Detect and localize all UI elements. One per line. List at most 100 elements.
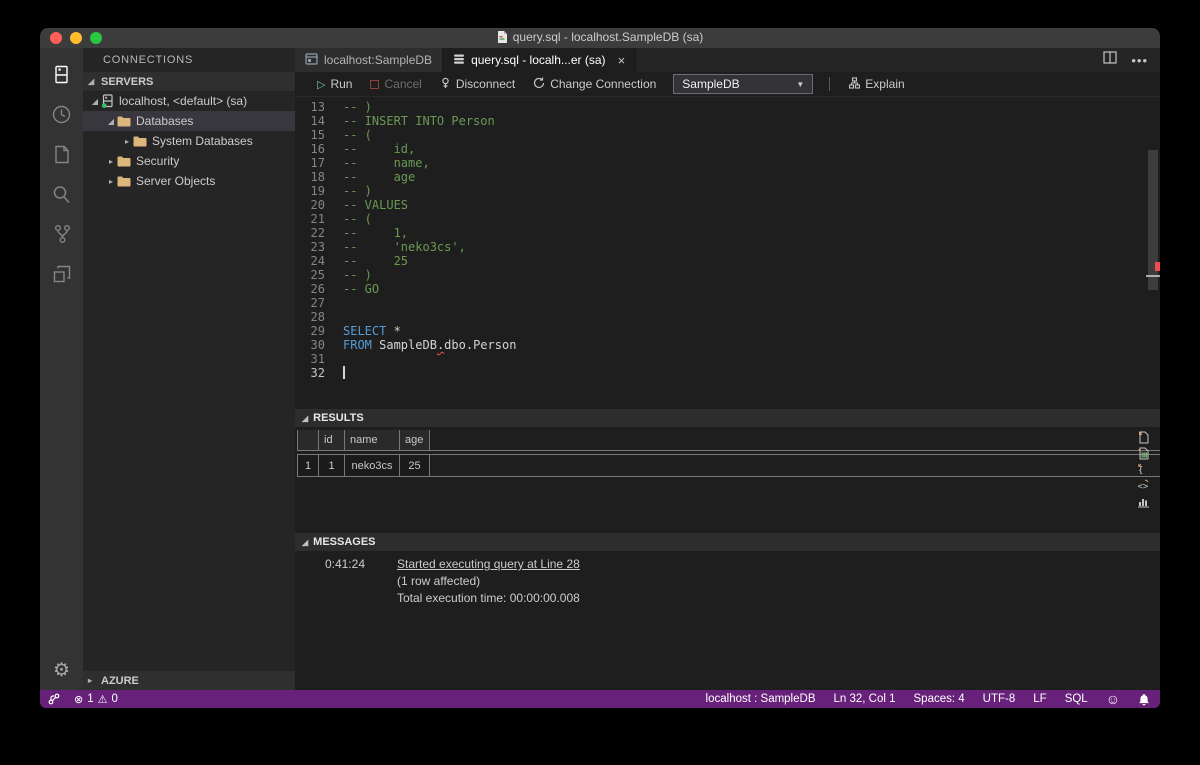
code-text: FROM SampleDB.dbo.Person xyxy=(343,338,517,352)
code-text: -- INSERT INTO Person xyxy=(343,114,495,128)
settings-gear-icon[interactable]: ⚙ xyxy=(40,652,83,688)
chevron-collapsed-icon[interactable]: ▸ xyxy=(105,157,117,166)
editor-line-26[interactable]: 26 -- GO xyxy=(295,282,1160,296)
extensions-icon[interactable] xyxy=(40,254,83,294)
save-as-csv-icon[interactable] xyxy=(1136,431,1150,444)
tab-localhost-sampledb[interactable]: localhost:SampleDB xyxy=(295,48,444,72)
line-number: 21 xyxy=(310,212,325,226)
problems-indicator[interactable]: ⊗ 1 ⚠ 0 xyxy=(74,693,118,706)
feedback-smiley-icon[interactable]: ☺ xyxy=(1106,692,1120,706)
show-chart-icon[interactable] xyxy=(1136,495,1150,508)
grid-corner-cell[interactable] xyxy=(297,430,319,450)
azure-section-header[interactable]: ▸ AZURE xyxy=(83,671,295,690)
code-text: -- ( xyxy=(343,212,372,226)
chevron-collapsed-icon[interactable]: ▸ xyxy=(105,177,117,186)
messages-panel-header[interactable]: ◢ MESSAGES xyxy=(295,533,1160,551)
editor-line-17[interactable]: 17 -- name, xyxy=(295,156,1160,170)
editor-line-13[interactable]: 13 -- ) xyxy=(295,100,1160,114)
tree-item-server-objects[interactable]: ▸ Server Objects xyxy=(83,171,295,191)
code-text: -- id, xyxy=(343,142,416,156)
line-number: 32 xyxy=(310,366,325,380)
editor-line-30[interactable]: 30 FROM SampleDB.dbo.Person xyxy=(295,338,1160,352)
notebooks-icon[interactable] xyxy=(40,134,83,174)
change-connection-button[interactable]: Change Connection xyxy=(526,72,663,96)
close-window-button[interactable] xyxy=(50,32,62,44)
editor-line-19[interactable]: 19 -- ) xyxy=(295,184,1160,198)
database-dropdown[interactable]: SampleDB ▼ xyxy=(673,74,814,94)
line-number: 20 xyxy=(310,198,325,212)
more-actions-icon[interactable]: ••• xyxy=(1131,53,1148,68)
message-row: Total execution time: 00:00:00.008 xyxy=(295,590,1160,607)
split-editor-icon[interactable] xyxy=(1103,51,1117,69)
tree-item-localhost-default-sa[interactable]: ◢ localhost, <default> (sa) xyxy=(83,91,295,111)
results-panel-header[interactable]: ◢ RESULTS xyxy=(295,409,1160,427)
eol-setting[interactable]: LF xyxy=(1033,693,1046,705)
disconnect-button[interactable]: Disconnect xyxy=(433,72,522,96)
chevron-expanded-icon: ◢ xyxy=(302,413,309,423)
editor-line-27[interactable]: 27 xyxy=(295,296,1160,310)
tree-item-databases[interactable]: ◢ Databases xyxy=(83,111,295,131)
save-as-xml-icon[interactable]: <> xyxy=(1136,479,1150,492)
tab-query-sql[interactable]: query.sql - localh...er (sa) × xyxy=(443,48,637,72)
minimize-window-button[interactable] xyxy=(70,32,82,44)
grid-column-header-age[interactable]: age xyxy=(400,430,430,450)
dashboard-icon xyxy=(305,52,318,68)
editor-line-25[interactable]: 25 -- ) xyxy=(295,268,1160,282)
message-link[interactable]: Started executing query at Line 28 xyxy=(397,556,580,573)
search-icon[interactable] xyxy=(40,174,83,214)
servers-section-header[interactable]: ◢ SERVERS xyxy=(83,72,295,91)
editor-line-16[interactable]: 16 -- id, xyxy=(295,142,1160,156)
window-title: query.sql - localhost.SampleDB (sa) xyxy=(40,30,1160,46)
editor-line-24[interactable]: 24 -- 25 xyxy=(295,254,1160,268)
editor-line-15[interactable]: 15 -- ( xyxy=(295,128,1160,142)
notifications-bell-icon[interactable] xyxy=(1138,693,1150,706)
grid-cell-id[interactable]: 1 xyxy=(319,455,345,476)
remote-status-icon[interactable] xyxy=(48,693,60,705)
source-control-icon[interactable] xyxy=(40,214,83,254)
editor-line-20[interactable]: 20 -- VALUES xyxy=(295,198,1160,212)
line-number: 24 xyxy=(310,254,325,268)
grid-row-number[interactable]: 1 xyxy=(297,455,319,476)
editor-line-18[interactable]: 18 -- age xyxy=(295,170,1160,184)
message-row: 0:41:24 Started executing query at Line 2… xyxy=(295,556,1160,573)
task-history-icon[interactable] xyxy=(40,94,83,134)
code-editor[interactable]: 13 -- ) 14 -- INSERT INTO Person 15 -- (16 -- … xyxy=(295,97,1160,409)
editor-line-22[interactable]: 22 -- 1, xyxy=(295,226,1160,240)
grid-cell-age[interactable]: 25 xyxy=(400,455,430,476)
editor-line-14[interactable]: 14 -- INSERT INTO Person xyxy=(295,114,1160,128)
chevron-collapsed-icon[interactable]: ▸ xyxy=(121,137,133,146)
grid-column-header-name[interactable]: name xyxy=(345,430,400,450)
connections-icon[interactable] xyxy=(40,54,83,94)
tree-item-label: Security xyxy=(136,154,180,168)
editor-line-21[interactable]: 21 -- ( xyxy=(295,212,1160,226)
cancel-button[interactable]: Cancel xyxy=(363,72,428,96)
explain-button[interactable]: Explain xyxy=(842,72,911,96)
chevron-expanded-icon[interactable]: ◢ xyxy=(105,117,117,126)
window-title-text: query.sql - localhost.SampleDB (sa) xyxy=(512,30,704,44)
grid-column-header-id[interactable]: id xyxy=(319,430,345,450)
file-icon xyxy=(497,31,508,46)
zoom-window-button[interactable] xyxy=(90,32,102,44)
editor-line-31[interactable]: 31 xyxy=(295,352,1160,366)
connection-status[interactable]: localhost : SampleDB xyxy=(706,693,816,705)
editor-line-23[interactable]: 23 -- 'neko3cs', xyxy=(295,240,1160,254)
tree-item-system-databases[interactable]: ▸ System Databases xyxy=(83,131,295,151)
language-mode[interactable]: SQL xyxy=(1065,693,1088,705)
editor-line-28[interactable]: 28 xyxy=(295,310,1160,324)
line-number: 14 xyxy=(310,114,325,128)
save-as-json-icon[interactable]: { } xyxy=(1136,463,1150,476)
encoding-setting[interactable]: UTF-8 xyxy=(983,693,1016,705)
tree-item-security[interactable]: ▸ Security xyxy=(83,151,295,171)
chevron-expanded-icon[interactable]: ◢ xyxy=(89,97,101,106)
editor-line-29[interactable]: 29 SELECT * xyxy=(295,324,1160,338)
line-number: 30 xyxy=(310,338,325,352)
grid-cell-name[interactable]: neko3cs xyxy=(345,455,400,476)
line-number: 15 xyxy=(310,128,325,142)
save-as-excel-icon[interactable] xyxy=(1136,447,1150,460)
editor-line-32[interactable]: 32 xyxy=(295,366,1160,380)
cursor-position[interactable]: Ln 32, Col 1 xyxy=(834,693,896,705)
indentation-setting[interactable]: Spaces: 4 xyxy=(914,693,965,705)
close-tab-icon[interactable]: × xyxy=(618,53,626,68)
run-button[interactable]: ▷ Run xyxy=(310,72,359,96)
